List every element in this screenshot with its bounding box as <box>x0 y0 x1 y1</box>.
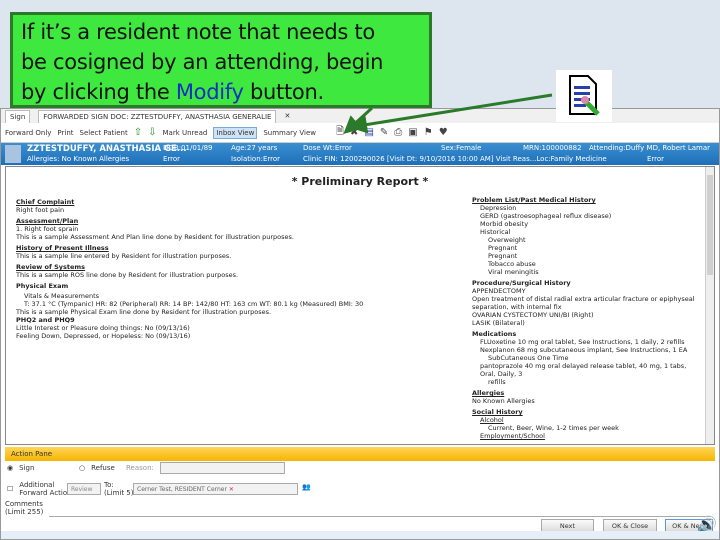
pointer-arrows <box>343 93 553 135</box>
